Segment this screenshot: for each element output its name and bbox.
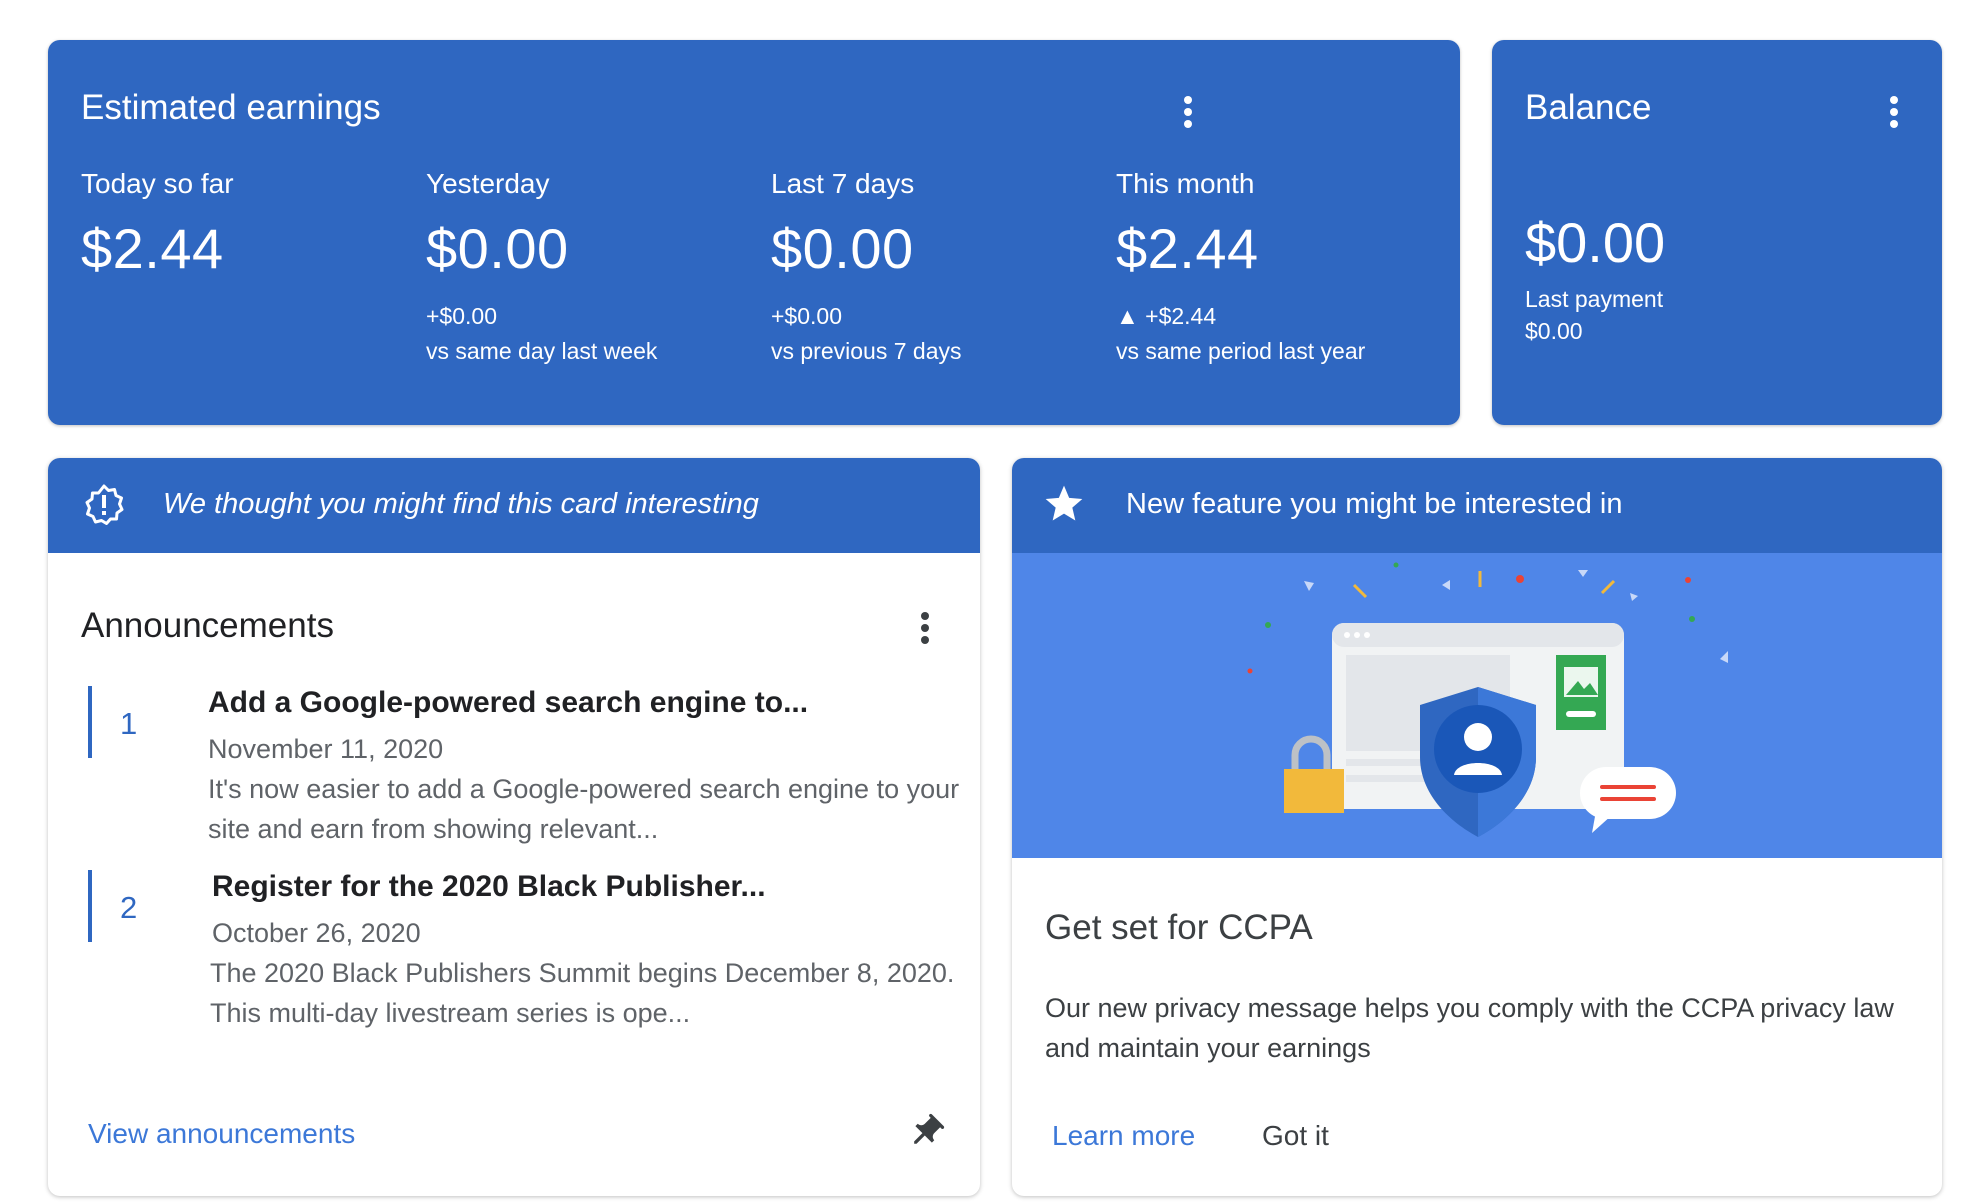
announcements-more-menu-icon[interactable]: [915, 608, 935, 648]
warning-badge-icon: [85, 484, 124, 525]
last-payment-value: $0.00: [1525, 318, 1583, 344]
announcement-indicator-bar: [88, 870, 92, 942]
balance-more-menu-icon[interactable]: [1884, 92, 1904, 132]
feature-title: Get set for CCPA: [1045, 908, 1313, 947]
metric-delta: ▲ +$2.44: [1116, 303, 1217, 329]
metric-value: $2.44: [81, 217, 224, 280]
view-announcements-link[interactable]: View announcements: [88, 1118, 355, 1150]
announcement-title[interactable]: Register for the 2020 Black Publisher...: [212, 870, 766, 904]
balance-title: Balance: [1525, 88, 1652, 127]
announcement-number: 2: [120, 890, 138, 925]
metric-label: This month: [1116, 168, 1255, 199]
announcement-description: The 2020 Black Publishers Summit begins …: [210, 958, 955, 1028]
metric-value: $0.00: [771, 217, 914, 280]
announcements-card-header-text: We thought you might find this card inte…: [163, 488, 759, 520]
metric-delta: +$0.00: [426, 303, 497, 329]
feature-card-header: New feature you might be interested in: [1012, 458, 1942, 553]
metric-yesterday: Yesterday $0.00 +$0.00 vs same day last …: [426, 168, 657, 365]
star-icon: [1045, 485, 1083, 521]
metric-comparison: vs same period last year: [1116, 338, 1366, 364]
ccpa-illustration: [1012, 553, 1942, 858]
metric-label: Last 7 days: [771, 168, 915, 199]
metric-label: Today so far: [81, 168, 234, 199]
got-it-button[interactable]: Got it: [1262, 1120, 1329, 1152]
announcements-title: Announcements: [81, 606, 334, 645]
metric-comparison: vs previous 7 days: [771, 338, 962, 364]
estimated-earnings-card: Estimated earnings Today so far $2.44 Ye…: [48, 40, 1460, 425]
feature-card-header-text: New feature you might be interested in: [1126, 488, 1623, 520]
estimated-earnings-title: Estimated earnings: [81, 88, 381, 127]
pin-icon[interactable]: [906, 1112, 946, 1152]
metric-this-month: This month $2.44 ▲ +$2.44 vs same period…: [1116, 168, 1365, 365]
learn-more-button[interactable]: Learn more: [1052, 1120, 1195, 1152]
announcements-card-header: We thought you might find this card inte…: [48, 458, 980, 553]
metric-delta: +$0.00: [771, 303, 842, 329]
privacy-shield-illustration: [1247, 562, 1728, 837]
announcement-date: November 11, 2020: [208, 734, 444, 764]
balance-card: Balance $0.00 Last payment $0.00: [1492, 40, 1942, 425]
announcement-indicator-bar: [88, 686, 92, 758]
metric-value: $0.00: [426, 217, 569, 280]
feature-description: Our new privacy message helps you comply…: [1045, 993, 1894, 1063]
announcements-card: We thought you might find this card inte…: [48, 458, 980, 1196]
metric-today: Today so far $2.44: [81, 168, 234, 281]
announcement-title[interactable]: Add a Google-powered search engine to...: [208, 686, 808, 720]
metric-last-7-days: Last 7 days $0.00 +$0.00 vs previous 7 d…: [771, 168, 961, 365]
new-feature-card: New feature you might be interested in G…: [1012, 458, 1942, 1196]
balance-value: $0.00: [1525, 211, 1666, 274]
announcement-date: October 26, 2020: [212, 918, 421, 948]
metric-value: $2.44: [1116, 217, 1259, 280]
last-payment-label: Last payment: [1525, 286, 1664, 312]
earnings-more-menu-icon[interactable]: [1178, 92, 1198, 132]
metric-comparison: vs same day last week: [426, 338, 658, 364]
announcement-description: It's now easier to add a Google-powered …: [208, 774, 960, 844]
announcement-number: 1: [120, 706, 138, 741]
metric-label: Yesterday: [426, 168, 550, 199]
